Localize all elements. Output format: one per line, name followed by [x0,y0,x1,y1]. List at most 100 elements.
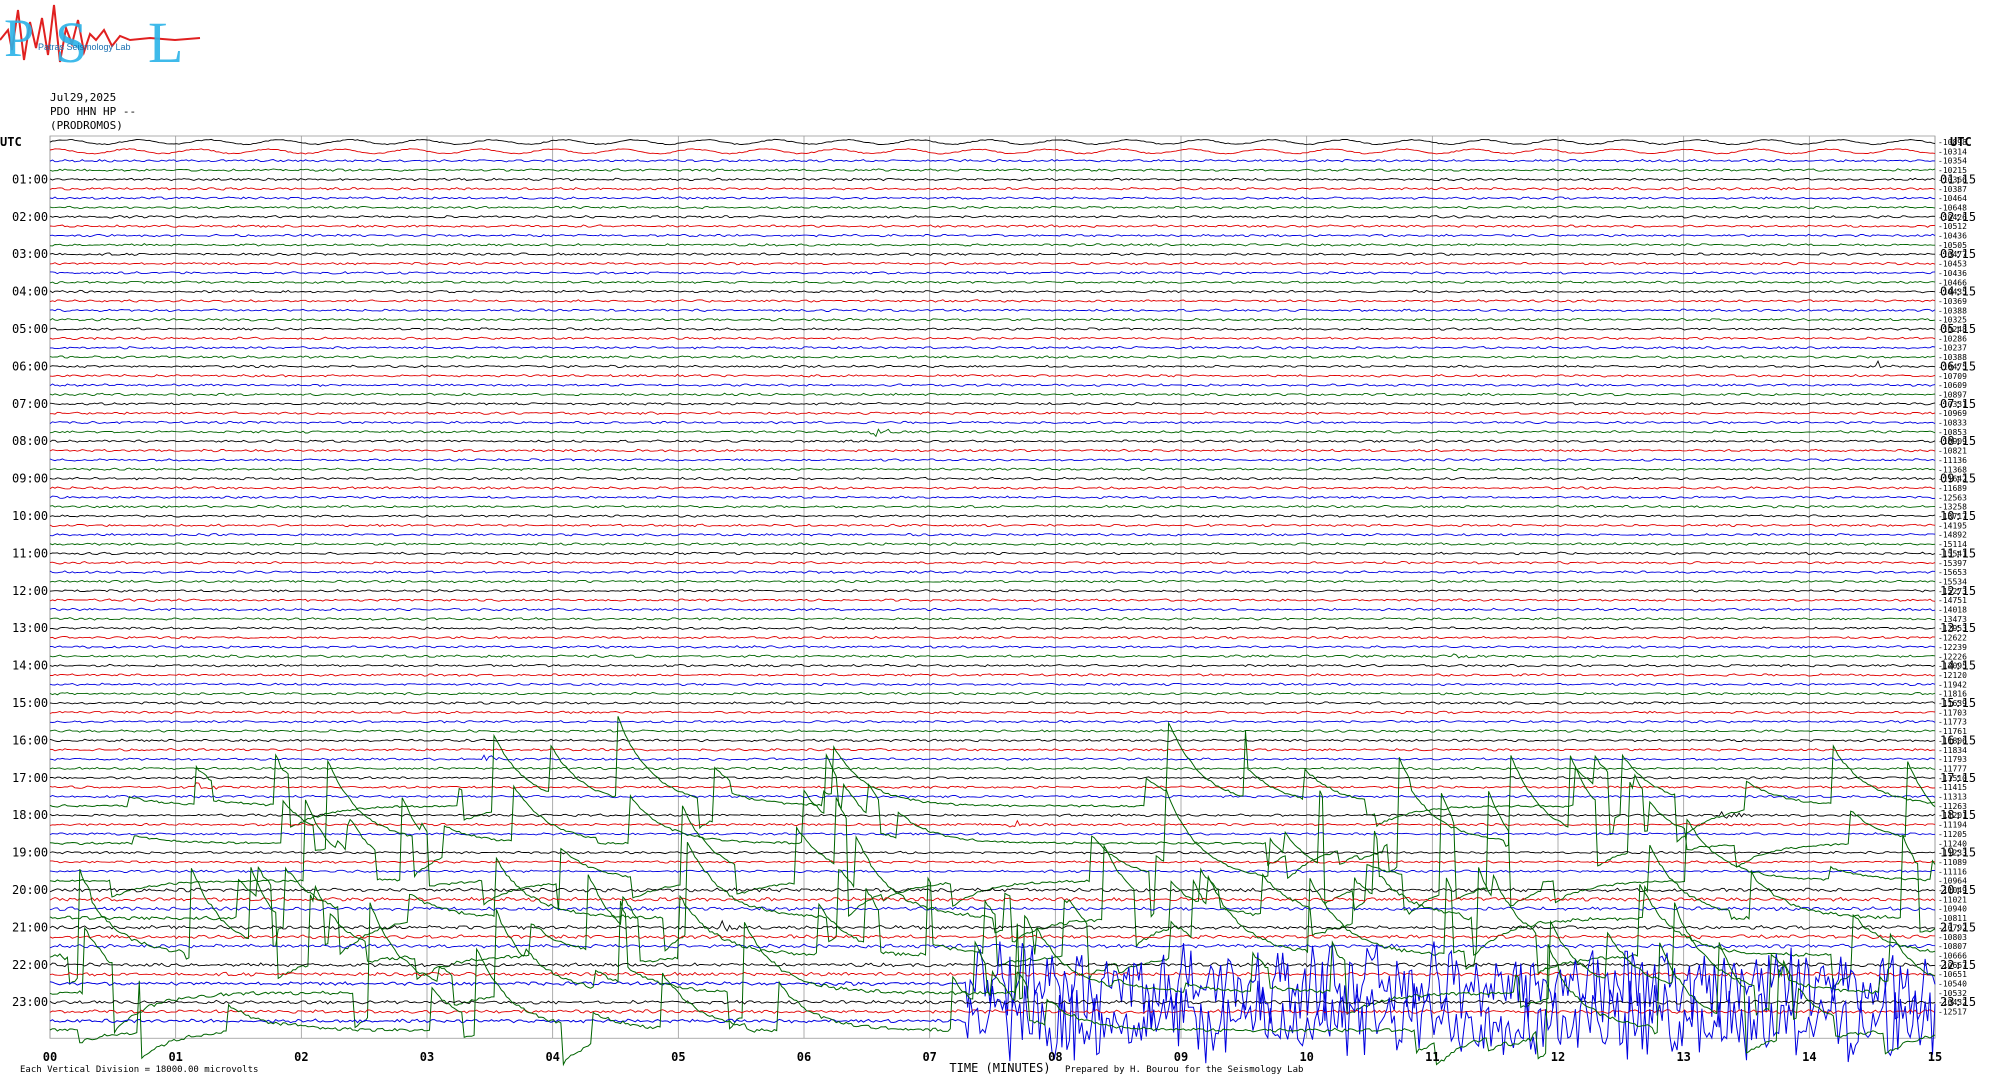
trace-line [49,458,1936,462]
trace-line [49,355,1936,359]
hour-label-left: 22:00 [12,958,48,972]
hour-label-right: 03:15 [1940,247,1976,261]
trace-line [49,999,1936,1005]
trace-line [49,766,1936,771]
trace-line [49,205,1936,210]
hour-label-right: 18:15 [1940,808,1976,822]
hour-label-right: 04:15 [1940,285,1976,299]
trace-line [49,186,1936,191]
trace-line [49,716,1936,843]
trace-line [49,504,1936,509]
trace-line [49,934,1936,940]
hour-label-right: 07:15 [1940,397,1976,411]
hour-label-left: 21:00 [12,920,48,934]
trace-line [49,532,1936,537]
hour-label-right: 11:15 [1940,546,1976,560]
trace-offset-label: -12239 [1938,643,1967,652]
trace-line [50,776,1936,780]
hour-label-right: 22:15 [1940,958,1976,972]
utc-label-right: UTC [1950,135,1972,149]
trace-line [49,754,1936,762]
hour-label-right: 23:15 [1940,995,1976,1009]
trace-offset-label: -11116 [1938,867,1967,876]
x-tick-label: 10 [1299,1050,1313,1064]
hour-label-left: 09:00 [12,472,48,486]
trace-line [49,289,1936,294]
trace-line [49,645,1936,649]
trace-line [49,896,1936,902]
trace-offset-label: -12563 [1938,493,1967,502]
trace-line [49,887,1936,893]
x-tick-label: 00 [43,1050,57,1064]
trace-line [49,962,1936,968]
trace-line [49,710,1936,715]
trace-line [49,392,1936,397]
hour-label-left: 04:00 [12,285,48,299]
hour-label-left: 13:00 [12,621,48,635]
trace-line [49,810,1936,819]
trace-line [49,280,1936,285]
trace-offset-label: -14892 [1938,531,1967,540]
x-tick-label: 14 [1802,1050,1816,1064]
x-tick-label: 07 [922,1050,936,1064]
hour-label-left: 06:00 [12,359,48,373]
trace-line [49,383,1936,387]
trace-line [49,243,1935,247]
trace-line [49,467,1936,472]
trace-line [49,691,1936,696]
trace-line [49,635,1936,640]
trace-line [50,860,1936,864]
trace-line [50,345,1936,350]
hour-label-left: 15:00 [12,696,48,710]
trace-line [49,551,1936,556]
trace-line [49,867,1936,990]
trace-line [49,607,1936,612]
hour-label-right: 02:15 [1940,210,1976,224]
hour-label-right: 21:15 [1940,920,1976,934]
trace-line [50,271,1936,275]
trace-offset-label: -10833 [1938,419,1967,428]
trace-line [49,476,1936,481]
trace-line [49,486,1935,490]
trace-offset-label: -10354 [1938,157,1967,166]
trace-offset-label: -10807 [1938,942,1967,951]
trace-line [49,701,1936,705]
hour-label-right: 06:15 [1940,359,1976,373]
trace-line [49,1009,1936,1015]
label-group: 00 01 02 03 04 05 06 07 08 09 10 11 12 13 14 15-10898-1… [0,135,1976,1075]
trace-line [49,794,1936,799]
hour-label-left: 14:00 [12,659,48,673]
trace-offset-label: -10388 [1938,306,1967,315]
trace-line [49,336,1936,341]
trace-offset-label: -11793 [1938,755,1967,764]
trace-offset-label: -10540 [1938,980,1967,989]
hour-label-left: 07:00 [12,397,48,411]
trace-line [49,138,1936,146]
trace-line [49,782,1936,790]
hour-label-left: 19:00 [12,846,48,860]
trace-line [49,869,1936,874]
x-tick-label: 15 [1928,1050,1942,1064]
trace-offset-label: -10436 [1938,269,1967,278]
trace-line [49,224,1936,228]
trace-line [49,177,1936,182]
x-tick-label: 04 [545,1050,559,1064]
trace-line [49,359,1936,369]
trace-offset-label: -11313 [1938,793,1967,802]
trace-line [49,308,1936,313]
trace-line [49,747,1936,752]
x-tick-label: 01 [168,1050,182,1064]
hour-label-right: 12:15 [1940,584,1976,598]
trace-offset-label: -11942 [1938,680,1967,689]
trace-line [49,653,1936,659]
trace-line [49,317,1936,322]
hour-label-left: 08:00 [12,434,48,448]
trace-offset-label: -14018 [1938,606,1967,615]
trace-line [49,523,1936,528]
trace-line [49,919,1936,932]
trace-line [49,738,1936,743]
x-axis-label: TIME (MINUTES) [949,1061,1050,1075]
trace-line [49,261,1936,266]
hour-label-right: 01:15 [1940,172,1976,186]
trace-line [49,373,1936,378]
